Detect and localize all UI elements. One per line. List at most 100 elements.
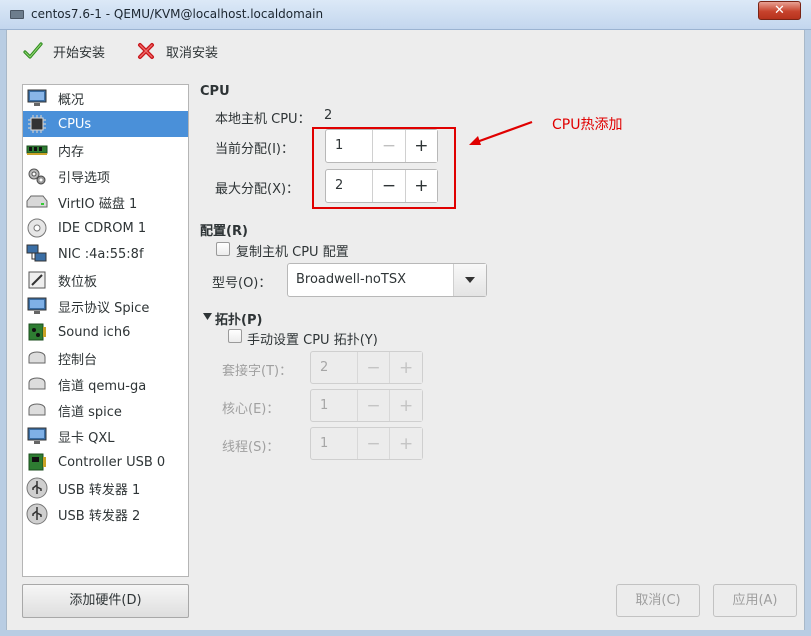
hardware-item-display[interactable]: 显示协议 Spice [23,293,188,319]
host-cpu-value: 2 [324,108,333,123]
cancel-install-button[interactable]: 取消安装 [136,40,218,62]
model-value[interactable]: Broadwell-noTSX [288,264,453,296]
hardware-item-overview[interactable]: 概况 [23,85,188,111]
hardware-item-label: 内存 [58,144,85,160]
hardware-item-label: 控制台 [58,352,98,368]
window-close-button[interactable]: ✕ [758,1,801,20]
hardware-item-memory[interactable]: 内存 [23,137,188,163]
usb-icon [26,477,48,499]
hardware-item-label: 显卡 QXL [58,430,115,446]
cancel-install-label: 取消安装 [166,45,219,61]
usb-icon [26,503,48,525]
cores-decrement-button[interactable]: − [356,390,390,421]
sockets-increment-button[interactable]: + [389,352,423,383]
manual-topology-checkbox[interactable] [228,329,242,343]
toolbar: 开始安装 取消安装 [7,30,804,70]
video-icon [26,425,48,447]
cpu-icon [26,113,48,135]
add-hardware-button[interactable]: 添加硬件(D) [22,584,189,618]
hardware-item-label: 信道 qemu-ga [58,378,147,394]
window-title: centos7.6-1 - QEMU/KVM@localhost.localdo… [31,7,324,21]
memory-icon [26,139,48,161]
hardware-item-nic[interactable]: NIC :4a:55:8f [23,241,188,267]
app-monitor-icon [10,10,24,19]
apply-button[interactable]: 应用(A) [713,584,797,617]
hardware-item-cpus[interactable]: CPUs [23,111,188,137]
cores-label: 核心(E)： [222,402,280,417]
cores-increment-button[interactable]: + [389,390,423,421]
threads-decrement-button[interactable]: − [356,428,390,459]
window-titlebar: centos7.6-1 - QEMU/KVM@localhost.localdo… [0,0,811,30]
checkmark-icon [23,42,43,59]
hardware-item-label: 数位板 [58,274,98,290]
details-dialog: 开始安装 取消安装 概况 CPUs 内存 引导选项 VirtIO 磁盘 1 ID… [6,30,805,630]
annotation-text: CPU热添加 [552,117,623,133]
disk-icon [26,191,48,213]
threads-value[interactable]: 1 [311,428,357,459]
hardware-item-label: Controller USB 0 [58,454,166,470]
model-combobox[interactable]: Broadwell-noTSX [287,263,487,297]
channel-icon [26,373,48,395]
current-alloc-label: 当前分配(I)： [215,142,294,157]
cpu-heading: CPU [200,84,230,99]
hardware-item-label: 引导选项 [58,170,111,186]
sockets-value[interactable]: 2 [311,352,357,383]
hardware-item-label: 显示协议 Spice [58,300,150,316]
hardware-item-usb-redirector-2[interactable]: USB 转发器 2 [23,501,188,527]
controller-icon [26,451,48,473]
config-heading: 配置(R) [200,224,248,239]
host-cpu-label: 本地主机 CPU： [215,112,311,127]
hardware-list[interactable]: 概况 CPUs 内存 引导选项 VirtIO 磁盘 1 IDE CDROM 1 … [22,84,189,577]
hardware-item-label: IDE CDROM 1 [58,220,147,236]
hardware-item-label: VirtIO 磁盘 1 [58,196,138,212]
hardware-item-label: CPUs [58,116,92,132]
cores-spinner[interactable]: 1 − + [310,389,423,422]
hardware-item-label: NIC :4a:55:8f [58,246,144,262]
hardware-item-boot-options[interactable]: 引导选项 [23,163,188,189]
hardware-item-tablet[interactable]: 数位板 [23,267,188,293]
overview-icon [26,87,48,109]
hardware-item-label: 概况 [58,92,85,108]
hardware-item-label: 信道 spice [58,404,122,420]
annotation-box [312,127,456,209]
topology-heading[interactable]: 拓扑(P) [215,309,262,328]
expander-arrow-icon[interactable] [203,313,212,320]
cancel-button[interactable]: 取消(C) [616,584,700,617]
cores-value[interactable]: 1 [311,390,357,421]
sockets-label: 套接字(T)： [222,364,293,379]
hardware-item-channel-spice[interactable]: 信道 spice [23,397,188,423]
hardware-item-label: USB 转发器 1 [58,482,141,498]
hardware-item-sound[interactable]: Sound ich6 [23,319,188,345]
manual-topology-label: 手动设置 CPU 拓扑(Y) [247,333,378,348]
sockets-decrement-button[interactable]: − [356,352,390,383]
max-alloc-label: 最大分配(X)： [215,182,300,197]
threads-label: 线程(S)： [222,440,280,455]
hardware-item-label: USB 转发器 2 [58,508,141,524]
nic-icon [26,243,48,265]
tablet-icon [26,269,48,291]
hardware-item-disk[interactable]: VirtIO 磁盘 1 [23,189,188,215]
begin-install-label: 开始安装 [53,45,106,61]
channel-icon [26,399,48,421]
hardware-item-usb-redirector-1[interactable]: USB 转发器 1 [23,475,188,501]
hardware-item-video[interactable]: 显卡 QXL [23,423,188,449]
annotation-arrow-icon [469,120,533,145]
copy-host-cpu-checkbox[interactable] [216,242,230,256]
console-icon [26,347,48,369]
model-dropdown-arrow-icon[interactable] [453,264,486,296]
display-icon [26,295,48,317]
red-x-icon [138,43,154,59]
hardware-item-console[interactable]: 控制台 [23,345,188,371]
hardware-item-channel-qemu-ga[interactable]: 信道 qemu-ga [23,371,188,397]
sockets-spinner[interactable]: 2 − + [310,351,423,384]
copy-host-cpu-label: 复制主机 CPU 配置 [236,245,349,260]
hardware-item-controller-usb[interactable]: Controller USB 0 [23,449,188,475]
sound-icon [26,321,48,343]
begin-install-button[interactable]: 开始安装 [23,40,105,62]
threads-spinner[interactable]: 1 − + [310,427,423,460]
hardware-item-cdrom[interactable]: IDE CDROM 1 [23,215,188,241]
hardware-item-label: Sound ich6 [58,324,131,340]
boot-options-icon [26,165,48,187]
threads-increment-button[interactable]: + [389,428,423,459]
cdrom-icon [26,217,48,239]
